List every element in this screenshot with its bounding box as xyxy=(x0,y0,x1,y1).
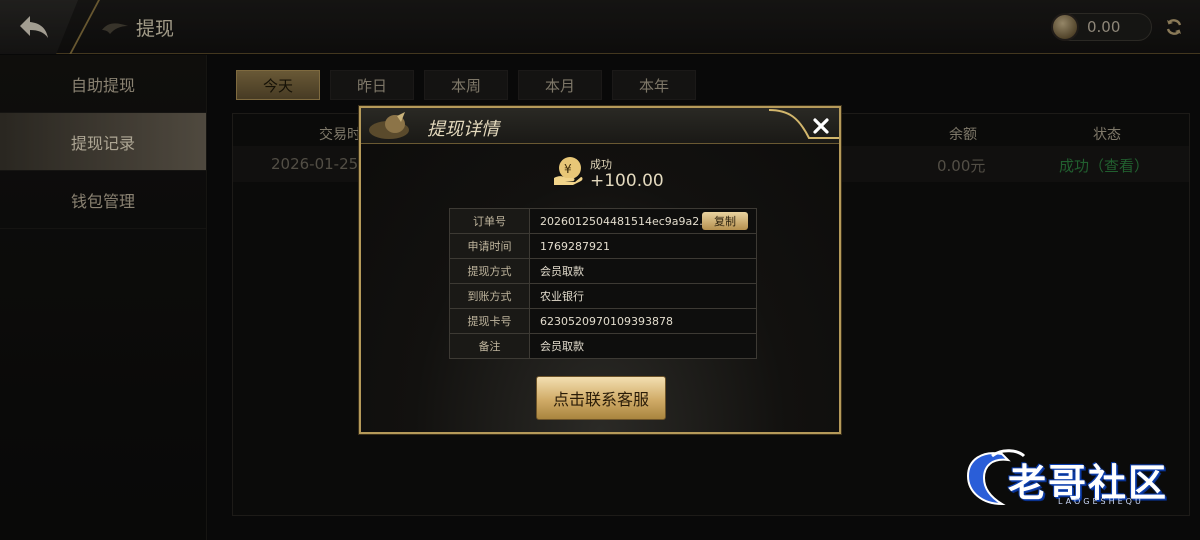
money-hand-icon: ¥ xyxy=(554,157,583,185)
detail-key: 到账方式 xyxy=(449,283,530,309)
site-watermark: 老哥社区 LAOGESHEQU xyxy=(962,446,1186,512)
dialog-header: 提现详情 xyxy=(361,108,839,144)
status-label: 成功 xyxy=(590,158,612,171)
detail-row-card-number: 提现卡号 6230520970109393878 xyxy=(449,308,757,334)
detail-key: 申请时间 xyxy=(449,233,530,259)
detail-row-apply-time: 申请时间 1769287921 xyxy=(449,233,757,259)
contact-support-button[interactable]: 点击联系客服 xyxy=(536,376,666,420)
gold-ingot-ornament-icon xyxy=(369,112,409,139)
watermark-subtext: LAOGESHEQU xyxy=(1058,497,1144,506)
order-number-cell: 2026012504481514ec9a9a2... 复制 xyxy=(529,208,757,234)
amount-value: +100.00 xyxy=(590,171,664,191)
detail-row-remark: 备注 会员取款 xyxy=(449,333,757,359)
detail-row-order-number: 订单号 2026012504481514ec9a9a2... 复制 xyxy=(449,208,757,234)
dialog-title: 提现详情 xyxy=(427,119,499,140)
detail-row-arrival-method: 到账方式 农业银行 xyxy=(449,283,757,309)
close-icon xyxy=(813,118,829,134)
order-number-value: 2026012504481514ec9a9a2... xyxy=(540,214,710,228)
detail-key: 提现卡号 xyxy=(449,308,530,334)
withdraw-detail-dialog: 提现详情 ¥ 成功 +100.00 订单号 2026012504481514ec… xyxy=(359,106,841,434)
copy-button[interactable]: 复制 xyxy=(702,212,748,230)
detail-key: 提现方式 xyxy=(449,258,530,284)
svg-text:¥: ¥ xyxy=(564,162,572,176)
detail-value: 6230520970109393878 xyxy=(529,308,757,334)
detail-key: 备注 xyxy=(449,333,530,359)
detail-row-withdraw-method: 提现方式 会员取款 xyxy=(449,258,757,284)
close-button[interactable] xyxy=(807,112,835,140)
detail-value: 会员取款 xyxy=(529,333,757,359)
detail-value: 会员取款 xyxy=(529,258,757,284)
detail-key: 订单号 xyxy=(449,208,530,234)
status-summary: ¥ 成功 +100.00 xyxy=(553,154,664,196)
detail-value: 1769287921 xyxy=(529,233,757,259)
detail-table: 订单号 2026012504481514ec9a9a2... 复制 申请时间 1… xyxy=(449,208,757,359)
detail-value: 农业银行 xyxy=(529,283,757,309)
